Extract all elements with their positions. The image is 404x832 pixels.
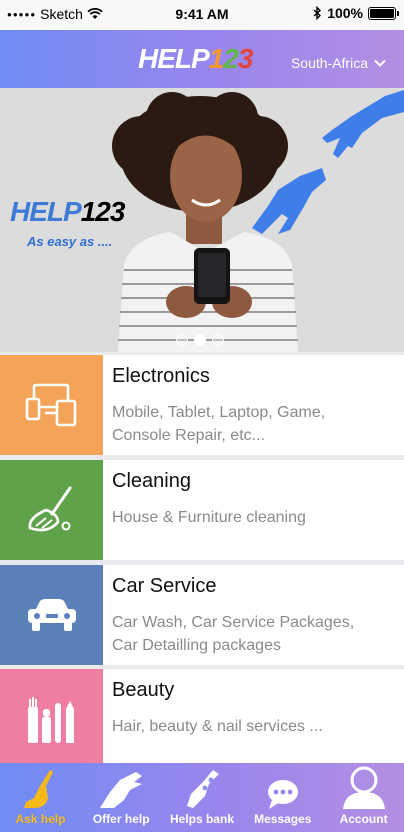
hero-tagline: As easy as .... xyxy=(27,234,113,249)
offer-help-hand-icon xyxy=(100,772,143,808)
hero-banner[interactable]: HELP123 As easy as .... xyxy=(0,88,404,352)
ask-help-hand-icon xyxy=(24,770,54,808)
category-title: Beauty xyxy=(112,679,175,701)
category-beauty[interactable]: Beauty Hair, beauty & nail services ... xyxy=(0,669,404,769)
battery-icon xyxy=(368,6,399,20)
tab-label: Offer help xyxy=(92,812,150,826)
bluetooth-icon xyxy=(313,6,322,20)
tab-ask-help[interactable]: Ask help xyxy=(0,763,81,832)
hero-logo: HELP123 xyxy=(10,196,125,227)
messages-icon xyxy=(267,780,298,809)
category-icon-tile xyxy=(0,565,103,665)
bottom-tab-bar: Ask help Offer help Helps bank Messages … xyxy=(0,763,404,832)
app-header: HELP123 South-Africa xyxy=(0,30,404,88)
help123-logo: HELP123 xyxy=(138,43,253,74)
tab-label: Account xyxy=(339,812,388,826)
category-description: Hair, beauty & nail services ... xyxy=(112,718,323,735)
category-icon-tile xyxy=(0,669,103,769)
tab-label: Messages xyxy=(254,812,312,826)
category-icon-tile xyxy=(0,355,103,455)
category-cleaning[interactable]: Cleaning House & Furniture cleaning xyxy=(0,460,404,560)
car-icon xyxy=(27,599,76,631)
category-title: Cleaning xyxy=(112,470,191,492)
beauty-tools-icon xyxy=(27,697,74,743)
account-icon xyxy=(342,766,385,809)
category-description: Car Detailling packages xyxy=(112,637,281,654)
category-icon-tile xyxy=(0,460,103,560)
status-right: 100% xyxy=(313,5,399,21)
category-electronics[interactable]: Electronics Mobile, Tablet, Laptop, Game… xyxy=(0,355,404,455)
battery-percent: 100% xyxy=(327,5,363,21)
status-bar: ●●●●● Sketch 9:41 AM 100% xyxy=(0,0,404,30)
tab-account[interactable]: Account xyxy=(323,763,404,832)
category-description: Console Repair, etc... xyxy=(112,427,265,444)
category-description: Car Wash, Car Service Packages, xyxy=(112,614,355,631)
carousel-dot-active[interactable] xyxy=(194,334,206,346)
helps-bank-hand-icon xyxy=(186,770,219,808)
devices-icon xyxy=(25,383,76,427)
carousel-dot[interactable] xyxy=(212,334,224,346)
carousel-dots[interactable] xyxy=(176,334,224,346)
carousel-dot[interactable] xyxy=(176,334,188,346)
tab-offer-help[interactable]: Offer help xyxy=(81,763,162,832)
category-title: Car Service xyxy=(112,575,217,597)
category-description: Mobile, Tablet, Laptop, Game, xyxy=(112,404,326,421)
region-selector[interactable]: South-Africa xyxy=(291,55,386,71)
tab-messages[interactable]: Messages xyxy=(242,763,323,832)
tab-label: Ask help xyxy=(15,812,66,826)
category-title: Electronics xyxy=(112,365,210,387)
region-label: South-Africa xyxy=(290,55,368,71)
category-car-service[interactable]: Car Service Car Wash, Car Service Packag… xyxy=(0,565,404,665)
tab-helps-bank[interactable]: Helps bank xyxy=(162,763,243,832)
broom-icon xyxy=(28,486,71,532)
chevron-down-icon xyxy=(374,59,386,67)
tab-label: Helps bank xyxy=(169,812,234,826)
category-description: House & Furniture cleaning xyxy=(112,509,306,526)
